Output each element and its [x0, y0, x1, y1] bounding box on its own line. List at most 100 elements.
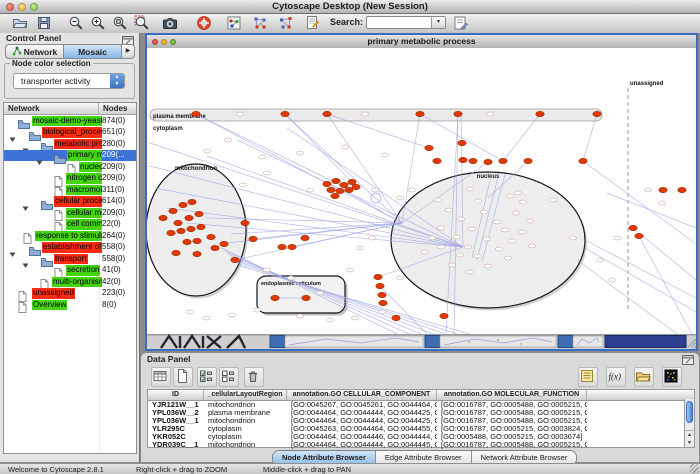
snapshot-button[interactable]: [162, 15, 178, 31]
tree-row[interactable]: transport558(0): [4, 253, 136, 265]
attribute-list-icon: [579, 368, 595, 384]
tree-row[interactable]: cell communicat22(0): [4, 219, 136, 231]
layout-a-icon: [252, 15, 268, 31]
column-header[interactable]: annotation.GO CELLULAR_COMPONENT: [287, 390, 437, 400]
background-windows-strip: [147, 334, 696, 349]
layout-b-button[interactable]: [278, 15, 294, 31]
status-pan-hint: Middle-click + drag to PAN: [263, 465, 351, 474]
zoom-in-button[interactable]: [90, 15, 106, 31]
tree-row[interactable]: response to stimulu264(0): [4, 230, 136, 242]
attribute-list-button[interactable]: [578, 367, 598, 387]
main-toolbar: Search: ▾: [0, 14, 700, 34]
float-panel-icon[interactable]: [681, 353, 695, 367]
tree-row-node-count: 8(0): [102, 300, 116, 311]
search-input[interactable]: [368, 17, 434, 30]
delete-attribute-button[interactable]: [244, 367, 264, 387]
search-label: Search:: [330, 17, 363, 27]
tree-row[interactable]: nucleobase-209(0): [4, 161, 136, 173]
tree-row[interactable]: biological_process651(0): [4, 127, 136, 139]
minimize-window-button[interactable]: [18, 3, 26, 11]
view-minimize-button[interactable]: [161, 39, 167, 45]
column-header[interactable]: annotation.GO MOLECULAR_FUNCTION: [437, 390, 587, 400]
formula-button[interactable]: f(x): [606, 367, 626, 387]
tree-row[interactable]: Overview8(0): [4, 299, 136, 311]
tree-row[interactable]: mosaic-demo-yeast874(0): [4, 115, 136, 127]
tree-column-network[interactable]: Network: [4, 103, 99, 114]
table-scrollbar[interactable]: ▲▼: [684, 399, 694, 447]
scrollbar-thumb[interactable]: [686, 401, 693, 423]
page-icon: [18, 302, 27, 313]
column-header-filler: [587, 390, 675, 400]
table-row[interactable]: YLR295Ccytoplasm[GO:0045263, GO:0044464,…: [148, 425, 694, 433]
node-color-dropdown[interactable]: transporter activity ▲▼: [13, 73, 125, 89]
tree-row[interactable]: multi-organism pro42(0): [4, 276, 136, 288]
search-options-button[interactable]: [452, 15, 468, 31]
save-button[interactable]: [36, 15, 52, 31]
tab-mosaic[interactable]: Mosaic: [63, 44, 122, 59]
scrollbar-arrows[interactable]: ▲▼: [685, 430, 694, 447]
tree-row-node-count: 41(0): [102, 265, 121, 276]
table-row[interactable]: YPL036W__2plasma membrane[GO:0044464, GO…: [148, 409, 694, 417]
table-row[interactable]: YJR121W__1mitochondrion[GO:0045267, GO:0…: [148, 401, 694, 409]
preferences-button[interactable]: [226, 15, 242, 31]
table-row[interactable]: YDR039C__1mitochondrion[GO:0044464, GO:0…: [148, 441, 694, 449]
tab-network[interactable]: Network: [5, 44, 63, 59]
table-cell: [GO:0044464, GO:0044446, GO:0044444, G..…: [287, 433, 437, 441]
tree-row[interactable]: primary metabo209(...: [4, 150, 136, 162]
network-view-titlebar[interactable]: primary metabolic process: [147, 35, 696, 49]
search-options-icon: [452, 15, 468, 31]
table-cell: [GO:0045267, GO:0045261, GO:0044464, G..…: [287, 401, 437, 409]
tree-row[interactable]: secretion41(0): [4, 265, 136, 277]
tree-row-node-count: 42(0): [102, 277, 121, 288]
table-row[interactable]: YPL036W__1mitochondrion[GO:0044464, GO:0…: [148, 417, 694, 425]
select-attributes-button[interactable]: [197, 367, 217, 387]
tree-row[interactable]: cellular metabo209(0): [4, 207, 136, 219]
new-attribute-button[interactable]: [173, 367, 193, 387]
search-dropdown-button[interactable]: ▾: [431, 17, 445, 28]
tree-row[interactable]: unassigned223(0): [4, 288, 136, 300]
resize-grip[interactable]: [690, 464, 699, 473]
view-zoom-button[interactable]: [170, 39, 176, 45]
tree-row[interactable]: macromolecule311(0): [4, 184, 136, 196]
import-icon: [635, 368, 651, 384]
matrix-icon: [663, 368, 679, 384]
tree-row-label: primary metabo: [67, 150, 102, 161]
table-cell: plasma membrane: [204, 409, 287, 417]
preferences-icon: [226, 15, 242, 31]
zoom-fit-button[interactable]: [112, 15, 128, 31]
matrix-button[interactable]: [662, 367, 682, 387]
network-canvas[interactable]: plasma membranecytoplasmmitochondrionnuc…: [147, 48, 696, 334]
select-all-button[interactable]: [151, 367, 171, 387]
column-header[interactable]: ID: [148, 390, 204, 400]
search-field[interactable]: ▾: [366, 16, 446, 29]
close-window-button[interactable]: [6, 3, 14, 11]
zoom-out-button[interactable]: [68, 15, 84, 31]
table-row[interactable]: YKR052Ccytoplasm[GO:0044464, GO:0044446,…: [148, 433, 694, 441]
data-panel: Data Panel f(x) ID_cellularLayoutRegiona…: [140, 352, 700, 463]
tab-overflow-button[interactable]: ▶: [122, 44, 135, 59]
zoom-in-icon: [90, 15, 106, 31]
attribute-table: ID_cellularLayoutRegionannotation.GO CEL…: [147, 389, 695, 448]
view-close-button[interactable]: [152, 39, 158, 45]
tree-column-nodes[interactable]: Nodes: [99, 103, 136, 114]
unselect-attributes-button[interactable]: [219, 367, 239, 387]
layout-a-button[interactable]: [252, 15, 268, 31]
zoom-window-button[interactable]: [30, 3, 38, 11]
help-button[interactable]: [196, 15, 212, 31]
tree-row[interactable]: cellular process614(0): [4, 196, 136, 208]
tree-body: mosaic-demo-yeast874(0)biological_proces…: [4, 115, 136, 453]
table-cell: [GO:0005488, GO:0005215, GO:0003674]: [437, 433, 587, 441]
tree-row-node-count: 558(0): [102, 242, 125, 253]
tree-row[interactable]: metabolic process280(0): [4, 138, 136, 150]
column-header[interactable]: _cellularLayoutRegion: [204, 390, 287, 400]
table-cell: [GO:0044464, GO:0044444, GO:0044445, G..…: [287, 441, 437, 449]
zoom-selected-button[interactable]: [134, 15, 150, 31]
tree-header: Network Nodes: [4, 103, 136, 115]
tree-row[interactable]: establishment of lo558(0): [4, 242, 136, 254]
open-button[interactable]: [12, 15, 28, 31]
import-button[interactable]: [634, 367, 654, 387]
table-cell: YDR039C__1: [148, 441, 204, 449]
tree-row[interactable]: nitrogen compo209(0): [4, 173, 136, 185]
network-tree: Network Nodes mosaic-demo-yeast874(0)bio…: [3, 102, 137, 454]
annotation-button[interactable]: [304, 15, 320, 31]
